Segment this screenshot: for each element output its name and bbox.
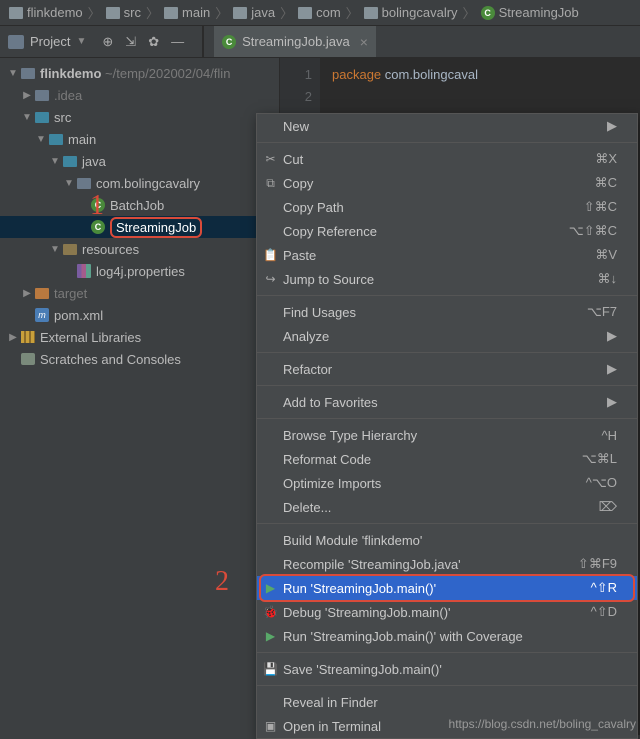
folder-icon: [364, 7, 378, 19]
run-icon: ▶: [263, 581, 278, 596]
hide-icon[interactable]: —: [171, 34, 184, 49]
menu-reveal-in-finder[interactable]: Reveal in Finder: [257, 690, 637, 714]
menu-copy[interactable]: ⧉Copy⌘C: [257, 171, 637, 195]
annotation-1: 1: [90, 190, 104, 222]
breadcrumb[interactable]: flinkdemo〉 src〉 main〉 java〉 com〉 bolingc…: [0, 0, 640, 26]
folder-icon: [298, 7, 312, 19]
scratch-icon: [21, 353, 35, 365]
menu-reformat-code[interactable]: Reformat Code⌥⌘L: [257, 447, 637, 471]
tree-item[interactable]: ▶External Libraries: [0, 326, 279, 348]
menu-jump-to-source[interactable]: ↪Jump to Source⌘↓: [257, 267, 637, 291]
tree-item[interactable]: ▼src: [0, 106, 279, 128]
tree-item[interactable]: CBatchJob: [0, 194, 279, 216]
menu-build-module[interactable]: Build Module 'flinkdemo': [257, 528, 637, 552]
tree-item[interactable]: ▼com.bolingcavalry: [0, 172, 279, 194]
annotation-2: 2: [215, 566, 229, 598]
gear-icon[interactable]: ✿: [148, 34, 159, 50]
cut-icon: ✂: [263, 152, 278, 167]
copy-icon: ⧉: [263, 176, 278, 191]
tab-label: StreamingJob.java: [242, 34, 350, 49]
chevron-down-icon[interactable]: ▼: [76, 36, 86, 47]
menu-optimize-imports[interactable]: Optimize Imports^⌥O: [257, 471, 637, 495]
tree-item[interactable]: ▶.idea: [0, 84, 279, 106]
tree-item-selected[interactable]: CStreamingJob: [0, 216, 279, 238]
folder-icon: [164, 7, 178, 19]
menu-new[interactable]: New▶: [257, 114, 637, 138]
menu-run-coverage[interactable]: ▶Run 'StreamingJob.main()' with Coverage: [257, 624, 637, 648]
menu-cut[interactable]: ✂Cut⌘X: [257, 147, 637, 171]
menu-debug[interactable]: 🐞Debug 'StreamingJob.main()'^⇧D: [257, 600, 637, 624]
context-menu: New▶ ✂Cut⌘X ⧉Copy⌘C Copy Path⇧⌘C Copy Re…: [256, 113, 638, 739]
menu-run[interactable]: ▶Run 'StreamingJob.main()'^⇧R: [257, 576, 637, 600]
folder-icon: [106, 7, 120, 19]
maven-icon: m: [35, 308, 49, 322]
folder-icon: [9, 7, 23, 19]
class-icon: C: [481, 6, 495, 20]
tree-item[interactable]: mpom.xml: [0, 304, 279, 326]
editor-tab[interactable]: C StreamingJob.java ×: [214, 26, 376, 57]
project-label: Project: [30, 34, 70, 49]
debug-icon: 🐞: [263, 605, 278, 620]
save-icon: 💾: [263, 662, 278, 677]
class-icon: C: [222, 35, 236, 49]
menu-copy-path[interactable]: Copy Path⇧⌘C: [257, 195, 637, 219]
coverage-icon: ▶: [263, 629, 278, 644]
menu-find-usages[interactable]: Find Usages⌥F7: [257, 300, 637, 324]
target-icon[interactable]: ⊕: [102, 34, 113, 50]
library-icon: [21, 331, 35, 343]
folder-icon: [233, 7, 247, 19]
tree-item[interactable]: ▶target: [0, 282, 279, 304]
menu-save[interactable]: 💾Save 'StreamingJob.main()': [257, 657, 637, 681]
tree-item[interactable]: ▼main: [0, 128, 279, 150]
terminal-icon: ▣: [263, 719, 278, 734]
menu-analyze[interactable]: Analyze▶: [257, 324, 637, 348]
paste-icon: 📋: [263, 248, 278, 263]
tree-item[interactable]: Scratches and Consoles: [0, 348, 279, 370]
menu-paste[interactable]: 📋Paste⌘V: [257, 243, 637, 267]
menu-recompile[interactable]: Recompile 'StreamingJob.java'⇧⌘F9: [257, 552, 637, 576]
watermark: https://blog.csdn.net/boling_cavalry: [449, 717, 636, 731]
menu-browse-hierarchy[interactable]: Browse Type Hierarchy^H: [257, 423, 637, 447]
close-icon[interactable]: ×: [360, 34, 368, 50]
menu-add-to-favorites[interactable]: Add to Favorites▶: [257, 390, 637, 414]
tree-root[interactable]: ▼flinkdemo ~/temp/202002/04/flin: [0, 62, 279, 84]
menu-delete[interactable]: Delete...⌦: [257, 495, 637, 519]
project-icon: [8, 35, 24, 49]
collapse-icon[interactable]: ⇲: [125, 34, 136, 50]
properties-icon: [77, 264, 91, 278]
tree-item[interactable]: log4j.properties: [0, 260, 279, 282]
jump-icon: ↪: [263, 272, 278, 287]
project-tree[interactable]: ▼flinkdemo ~/temp/202002/04/flin ▶.idea …: [0, 58, 280, 735]
project-tool-window-header[interactable]: Project ▼ ⊕ ⇲ ✿ —: [0, 26, 203, 57]
menu-refactor[interactable]: Refactor▶: [257, 357, 637, 381]
tree-item[interactable]: ▼java: [0, 150, 279, 172]
class-icon: C: [91, 220, 105, 234]
menu-copy-reference[interactable]: Copy Reference⌥⇧⌘C: [257, 219, 637, 243]
tree-item[interactable]: ▼resources: [0, 238, 279, 260]
